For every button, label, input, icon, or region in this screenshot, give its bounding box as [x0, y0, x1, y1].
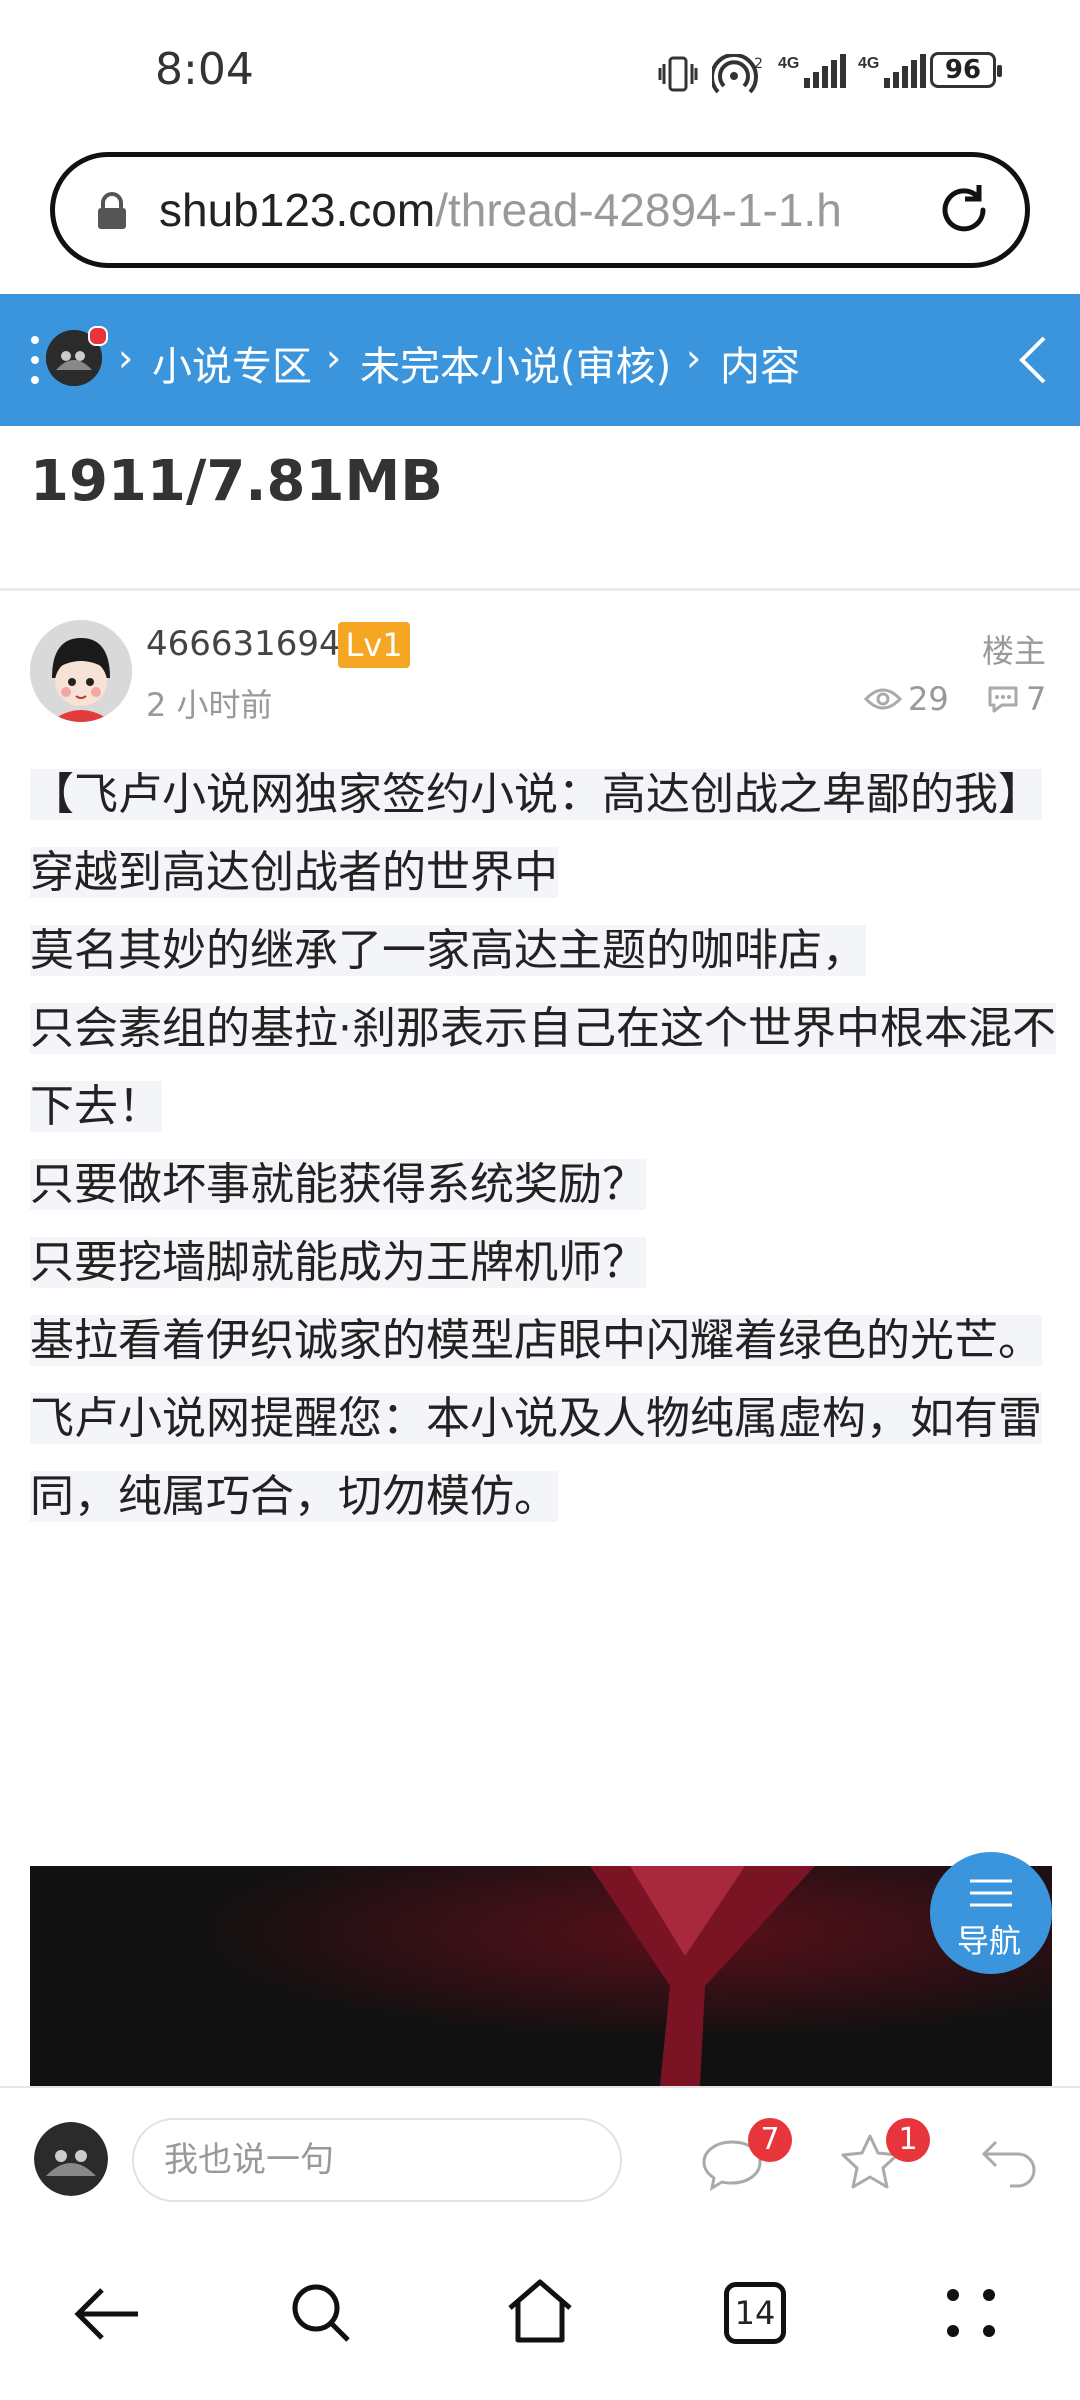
body-line: 基拉看着伊织诚家的模型店眼中闪耀着绿色的光芒。	[30, 1315, 1042, 1366]
eye-icon	[864, 688, 902, 710]
svg-text:4G: 4G	[778, 55, 799, 72]
search-icon[interactable]	[290, 2282, 352, 2346]
notification-dot	[88, 326, 108, 346]
body-line: 莫名其妙的继承了一家高达主题的咖啡店，	[30, 925, 866, 976]
poster-avatar[interactable]	[30, 620, 132, 722]
signal-1-icon: 4G	[778, 52, 848, 92]
crumb-unfinished[interactable]: 未完本小说(审核)	[360, 334, 671, 392]
svg-text:4G: 4G	[858, 55, 879, 72]
op-label: 楼主	[982, 632, 1047, 670]
my-avatar[interactable]	[34, 2122, 108, 2196]
lock-icon	[95, 191, 129, 235]
url-text[interactable]: shub123.com/thread-42894-1-1.h	[159, 183, 949, 237]
reply-input[interactable]: 我也说一句	[132, 2118, 622, 2202]
body-line: 只要做坏事就能获得系统奖励？	[30, 1159, 646, 1210]
post-time: 2 小时前	[146, 686, 273, 724]
level-badge: Lv1	[338, 622, 410, 668]
crumb-novels[interactable]: 小说专区	[152, 334, 312, 392]
reload-icon[interactable]	[933, 179, 995, 245]
nav-fab-button[interactable]: 导航	[930, 1852, 1052, 1974]
favorite-count-badge: 1	[886, 2118, 930, 2162]
more-menu-icon[interactable]	[946, 2288, 996, 2338]
body-line: 飞卢小说网提醒您：本小说及人物纯属虚构，如有雷同，纯属巧合，切勿模仿。	[30, 1393, 1042, 1522]
signal-2-icon: 4G	[858, 52, 928, 92]
share-button[interactable]	[980, 2136, 1040, 2192]
address-bar[interactable]: shub123.com/thread-42894-1-1.h	[50, 152, 1030, 268]
crumb-sep: ›	[326, 336, 342, 380]
body-line: 穿越到高达创战者的世界中	[30, 847, 558, 898]
post-body: 【飞卢小说网独家签约小说：高达创战之卑鄙的我】 穿越到高达创战者的世界中 莫名其…	[30, 756, 1060, 1536]
back-chevron-icon[interactable]	[1018, 334, 1048, 390]
home-icon[interactable]	[506, 2278, 574, 2344]
tab-count: 14	[734, 2294, 776, 2332]
menu-icon	[970, 1879, 1012, 1907]
hotspot-icon: 2	[710, 52, 768, 94]
title-clip: [同人小说] 高达创战之卑鄙的我 1-1911/7.81MB	[0, 426, 1080, 586]
reply-count-value: 7	[1026, 680, 1047, 718]
body-line: 只会素组的基拉·刹那表示自己在这个世界中根本混不下去！	[30, 1003, 1056, 1132]
reply-count: 7	[986, 680, 1046, 718]
svg-text:2: 2	[754, 56, 763, 72]
body-line: 【飞卢小说网独家签约小说：高达创战之卑鄙的我】	[30, 769, 1042, 820]
body-line: 只要挖墙脚就能成为王牌机师？	[30, 1237, 646, 1288]
divider	[0, 588, 1080, 591]
user-avatar[interactable]	[46, 326, 108, 386]
url-path: /thread-42894-1-1.h	[435, 184, 842, 236]
tabs-button[interactable]: 14	[724, 2282, 786, 2344]
comment-count-badge: 7	[748, 2118, 792, 2162]
post-image[interactable]	[30, 1866, 1052, 2086]
vibrate-icon	[658, 56, 698, 92]
return-arrow-icon	[981, 2140, 1036, 2188]
view-count: 29	[864, 680, 949, 718]
battery-indicator: 96	[930, 52, 1002, 88]
url-domain: shub123.com	[159, 184, 436, 236]
thread-title: [同人小说] 高达创战之卑鄙的我 1-1911/7.81MB	[30, 426, 910, 514]
crumb-sep: ›	[686, 336, 702, 380]
crumb-content: 内容	[720, 344, 800, 390]
view-count-value: 29	[908, 680, 949, 718]
comment-icon	[988, 686, 1018, 713]
nav-fab-label: 导航	[957, 1922, 1022, 1960]
back-arrow-icon[interactable]	[74, 2286, 140, 2342]
crumb-sep: ›	[118, 336, 134, 380]
browser-nav-bar: 14	[0, 2234, 1080, 2400]
more-dots-icon[interactable]	[30, 334, 40, 390]
status-time: 8:04	[155, 44, 254, 95]
breadcrumb-bar: › 小说专区 › 未完本小说(审核) › 内容	[0, 294, 1080, 426]
poster-username[interactable]: 466631694	[146, 624, 341, 664]
